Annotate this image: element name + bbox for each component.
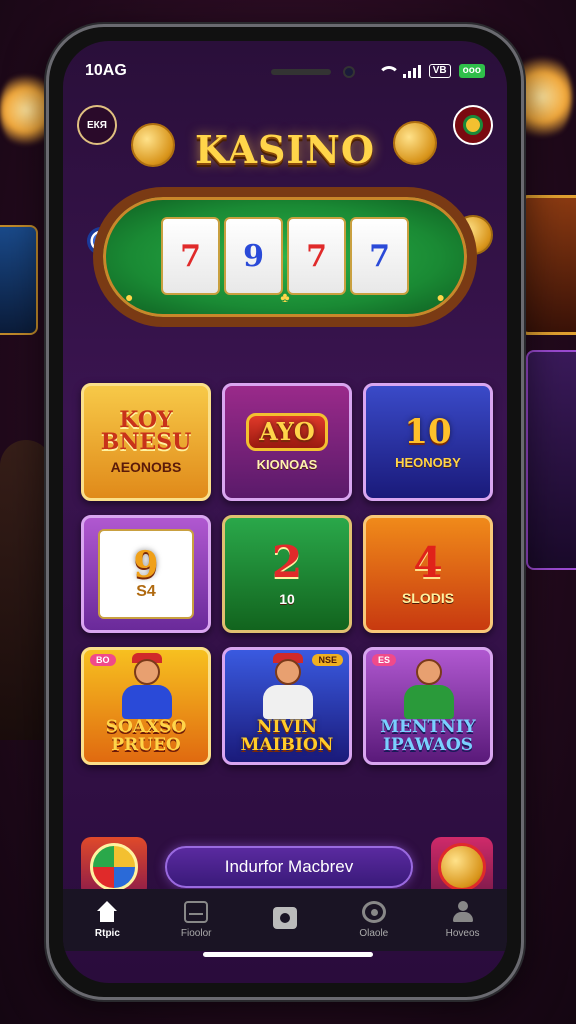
background-lamp-left (0, 70, 52, 150)
camera-icon (272, 906, 297, 929)
game-tile[interactable]: 10 HEONOBY (363, 383, 493, 501)
game-tile[interactable]: BO SOAXSO PRUEO (81, 647, 211, 765)
character-avatar (255, 653, 319, 720)
tv-icon (184, 901, 209, 923)
nav-label: Hoveos (445, 928, 480, 939)
slot-reels: 7 9 7 7 (161, 217, 409, 295)
wifi-icon (377, 64, 400, 78)
character-avatar (396, 657, 460, 720)
game-row: 9 S4 2 10 4 SLODIS (81, 515, 493, 633)
game-tile[interactable]: 4 SLODIS (363, 515, 493, 633)
bottom-navigation: Rtpic Fioolor Olaole Hoveos (63, 889, 507, 951)
status-icons: VB ooo (377, 64, 485, 78)
hero-banner[interactable]: ЕКЯ KASINO 7 9 7 7 ● ♣ ● (63, 87, 507, 337)
game-subtitle: HEONOBY (395, 454, 461, 470)
signal-icon (402, 64, 421, 78)
table-decorations: ● ♣ ● (125, 289, 445, 305)
nav-item-chat[interactable]: Olaole (339, 901, 409, 939)
game-title: SOAXSO PRUEO (105, 717, 187, 755)
nav-item-home[interactable]: Rtpic (72, 901, 142, 939)
nav-label: Olaole (359, 928, 389, 939)
game-tile[interactable]: KOY BNESU AEONOBS (81, 383, 211, 501)
gold-coin-icon[interactable] (431, 837, 493, 897)
game-subtitle: AEONOBS (110, 459, 182, 475)
character-avatar (114, 653, 178, 720)
nav-item-live[interactable]: Fioolor (161, 901, 231, 939)
game-tile[interactable]: AYO KIONOAS (222, 383, 352, 501)
status-time: 10AG (85, 62, 127, 79)
roulette-wheel-icon[interactable] (81, 837, 147, 897)
game-subtitle: SLODIS (401, 590, 455, 606)
home-icon (95, 901, 119, 923)
game-tile[interactable]: ES MENTNIY IPAWAOS (363, 647, 493, 765)
slot-reel: 7 (287, 217, 346, 295)
game-title: 10 (404, 411, 452, 452)
game-tile[interactable]: 9 S4 (81, 515, 211, 633)
game-grid: KOY BNESU AEONOBS AYO KIONOAS 10 HEONOBY… (81, 383, 493, 779)
game-title: KOY BNESU (100, 407, 192, 455)
battery-icon: ooo (458, 64, 485, 78)
promo-button[interactable]: Indurfor Macbrev (165, 846, 413, 888)
coin-icon: ● (436, 289, 445, 305)
game-title: MENTNIY IPAWAOS (380, 717, 476, 755)
nav-label: Rtpic (94, 928, 120, 939)
game-tile[interactable]: NSE NIVIN MAIBION (222, 647, 352, 765)
network-badge: VB (428, 64, 451, 78)
game-row: KOY BNESU AEONOBS AYO KIONOAS 10 HEONOBY (81, 383, 493, 501)
status-bar: 10AG VB ooo (63, 41, 507, 87)
cherry-icon: ♣ (280, 289, 290, 305)
game-title: AYO (246, 412, 328, 451)
game-title: NIVIN MAIBION (240, 717, 334, 755)
casino-table: 7 9 7 7 ● ♣ ● (93, 187, 477, 327)
chat-icon (361, 901, 386, 923)
game-subtitle: 10 (279, 591, 295, 607)
game-title: 9 (133, 544, 159, 586)
slot-reel: 7 (161, 217, 220, 295)
background-person (0, 440, 52, 740)
app-title: KASINO (194, 127, 376, 172)
playing-card: 9 S4 (98, 529, 194, 619)
promo-row: Indurfor Macbrev (81, 837, 493, 897)
nav-item-profile[interactable]: Hoveos (428, 901, 498, 939)
background-slot-machine-right-lower (526, 350, 576, 570)
tile-tag: ES (372, 654, 397, 666)
user-icon (451, 901, 475, 923)
slot-reel: 9 (224, 217, 283, 295)
game-tile[interactable]: 2 10 (222, 515, 352, 633)
phone-frame: 10AG VB ooo ЕКЯ KASINO 7 9 7 7 ● ♣ ● KOY… (46, 24, 524, 1000)
home-indicator[interactable] (203, 952, 373, 957)
game-row: BO SOAXSO PRUEO NSE NIVIN MAIBION ES MEN… (81, 647, 493, 765)
game-subtitle: KIONOAS (256, 456, 318, 472)
game-subtitle: S4 (136, 583, 156, 600)
slot-reel: 7 (350, 217, 409, 295)
tile-tag: BO (90, 654, 116, 666)
chip-icon: ● (125, 289, 134, 305)
game-title: 2 (271, 537, 303, 588)
game-title: 4 (413, 538, 443, 587)
background-slot-machine-left (0, 225, 38, 335)
nav-label: Fioolor (180, 928, 212, 939)
background-slot-machine-right (520, 195, 576, 335)
phone-screen: 10AG VB ooo ЕКЯ KASINO 7 9 7 7 ● ♣ ● KOY… (63, 41, 507, 983)
nav-item-camera[interactable] (250, 906, 320, 934)
